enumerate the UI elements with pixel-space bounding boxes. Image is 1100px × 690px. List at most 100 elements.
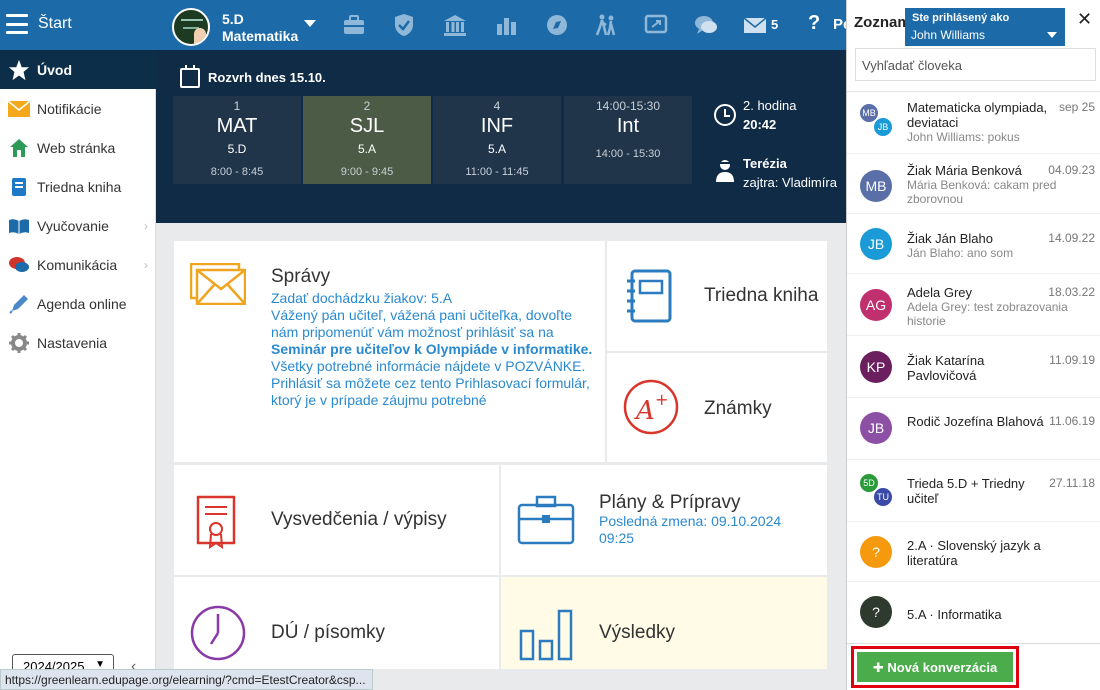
class-book-tile[interactable]: Triedna kniha [607,241,827,351]
avatar-initials: JB [867,420,885,436]
conversation-item[interactable]: KP Žiak Katarína Pavlovičová 11.09.19 [847,336,1100,398]
logged-in-user-select[interactable]: Ste prihlásený ako John Williams [905,8,1065,46]
cast-screen-icon[interactable] [643,12,669,38]
lesson-subject: MAT [216,115,258,137]
plans-tile[interactable]: Plány & Prípravy Posledná zmena: 09.10.2… [501,465,827,575]
walking-people-icon[interactable] [593,12,619,38]
sidebar-item-intro[interactable]: Úvod [0,50,156,89]
messages-body[interactable]: Zadať dochádzku žiakov: 5.A Vážený pán u… [271,290,597,438]
sidebar-item-label: Notifikácie [37,100,102,117]
bar-chart-icon[interactable] [493,12,519,38]
message-line: Prihlásiť sa môžete cez tento Prihlasova… [271,375,590,408]
lesson-card-current[interactable]: 2 SJL 5.A 9:00 - 9:45 [303,96,431,184]
class-name[interactable]: 5.D [222,11,244,27]
class-dropdown-caret-icon[interactable] [304,20,316,27]
new-conversation-button[interactable]: ✚ Nová konverzácia [857,652,1013,682]
conversation-item[interactable]: AG Adela Grey 18.03.22 Adela Grey: test … [847,274,1100,336]
hamburger-menu-icon[interactable] [6,14,28,34]
conversation-name: Matematicka olympiada, deviataci [907,100,1048,130]
sidebar-item-label: Triedna kniha [37,178,122,195]
conversation-item[interactable]: MB JB Matematicka olympiada, deviataci s… [847,92,1100,154]
sidebar-item-class-book[interactable]: Triedna kniha [0,167,156,206]
sidebar-item-communication[interactable]: Komunikácia › [0,245,156,284]
attendance-link[interactable]: Zadať dochádzku žiakov: 5.A [271,290,597,307]
logged-in-user: John Williams [911,28,986,42]
certificates-tile[interactable]: Vysvedčenia / výpisy [174,465,499,575]
conversation-last-message: Adela Grey: test zobrazovania historie [907,300,1068,328]
message-text-bold: Seminár pre učiteľov k Olympiáde v infor… [271,341,593,357]
home-icon [8,137,30,159]
results-tile[interactable]: Výsledky [501,577,827,669]
svg-text:+: + [655,390,668,409]
compass-icon[interactable] [544,12,570,38]
chat-bubbles-icon[interactable] [693,12,719,38]
close-icon[interactable]: ✕ [1077,9,1092,30]
sidebar-item-teaching[interactable]: Vyučovanie › [0,206,156,245]
duty-teacher: Terézia [743,156,787,171]
lesson-card[interactable]: 14:00-15:30 Int 14:00 - 15:30 [564,96,692,184]
avatar-initials: KP [866,359,886,375]
conversation-date: 18.03.22 [1048,285,1095,299]
sidebar-item-settings[interactable]: Nastavenia [0,323,156,362]
class-subject[interactable]: Matematika [222,28,298,44]
grades-title: Známky [704,398,772,419]
conversation-item[interactable]: ? 5.A · Informatika [847,582,1100,642]
lesson-time: 11:00 - 11:45 [465,166,529,178]
avatar-initials: ? [872,544,880,560]
lesson-number: 4 [493,99,501,113]
certificates-title: Vysvedčenia / výpisy [271,509,447,530]
sidebar-item-label: Nastavenia [37,334,108,351]
person-icon [716,160,734,182]
conversation-item[interactable]: 5D TU Trieda 5.D + Triedny učiteľ 27.11.… [847,460,1100,522]
conversation-item[interactable]: JB Žiak Ján Blaho 14.09.22 Ján Blaho: an… [847,214,1100,274]
grades-tile[interactable]: A + Známky [607,353,827,462]
lesson-class: 5.D [227,142,247,156]
browser-status-url: https://greenlearn.edupage.org/elearning… [0,669,373,690]
lesson-card[interactable]: 1 MAT 5.D 8:00 - 8:45 [173,96,301,184]
certificate-icon [196,495,236,549]
panel-footer: ✚ Nová konverzácia [847,643,1100,690]
help-icon[interactable]: ? [808,12,820,35]
class-avatar[interactable] [172,8,210,46]
conversation-name: Trieda 5.D + Triedny učiteľ [907,476,1025,506]
start-link[interactable]: Štart [38,15,72,33]
school-building-icon[interactable] [442,12,468,38]
avatar: ? [860,596,892,628]
lesson-number: 14:00-15:30 [595,99,661,113]
sidebar-item-website[interactable]: Web stránka [0,128,156,167]
people-search-input[interactable]: Vyhľadať človeka [855,48,1096,81]
shield-check-icon[interactable] [391,12,417,38]
conversation-item[interactable]: JB Rodič Jozefína Blahová 11.06.19 [847,398,1100,460]
lesson-time: 14:00 - 15:30 [595,148,661,160]
briefcase-icon[interactable] [341,12,367,38]
bar-chart-icon [519,609,573,661]
conversation-date: 14.09.22 [1048,231,1095,245]
conversation-name: Adela Grey [907,285,973,300]
chevron-right-icon: › [144,219,148,233]
class-book-title: Triedna kniha [704,285,819,306]
conversation-name: Žiak Mária Benková [907,163,1022,178]
mail-icon[interactable] [742,12,768,38]
avatar: MB [860,170,892,202]
conversation-date: sep 25 [1058,100,1095,114]
messages-tile[interactable]: Správy Zadať dochádzku žiakov: 5.A Vážen… [174,241,605,462]
sidebar-item-notifications[interactable]: Notifikácie [0,89,156,128]
avatar: AG [860,289,892,321]
clock-icon [714,104,736,126]
homework-tile[interactable]: DÚ / písomky [174,577,499,669]
chat-icon [8,254,30,276]
pen-icon [8,293,30,315]
mail-count-badge[interactable]: 5 [771,17,778,32]
message-line: Všetky potrebné informácie nájdete v POZ… [271,358,586,374]
conversation-item[interactable]: ? 2.A · Slovenský jazyk a literatúra [847,522,1100,582]
book-icon [8,176,30,198]
sidebar-item-agenda-online[interactable]: Agenda online [0,284,156,323]
lesson-card[interactable]: 4 INF 5.A 11:00 - 11:45 [433,96,561,184]
current-time: 20:42 [743,117,777,132]
conversation-item[interactable]: MB Žiak Mária Benková 04.09.23 Mária Ben… [847,154,1100,214]
sidebar: Úvod Notifikácie Web stránka Triedna kni… [0,50,156,690]
lesson-subject: INF [480,115,514,137]
sidebar-item-label: Vyučovanie [37,217,109,234]
logged-in-label: Ste prihlásený ako [912,12,1010,24]
avatar-initials: JB [867,236,885,252]
